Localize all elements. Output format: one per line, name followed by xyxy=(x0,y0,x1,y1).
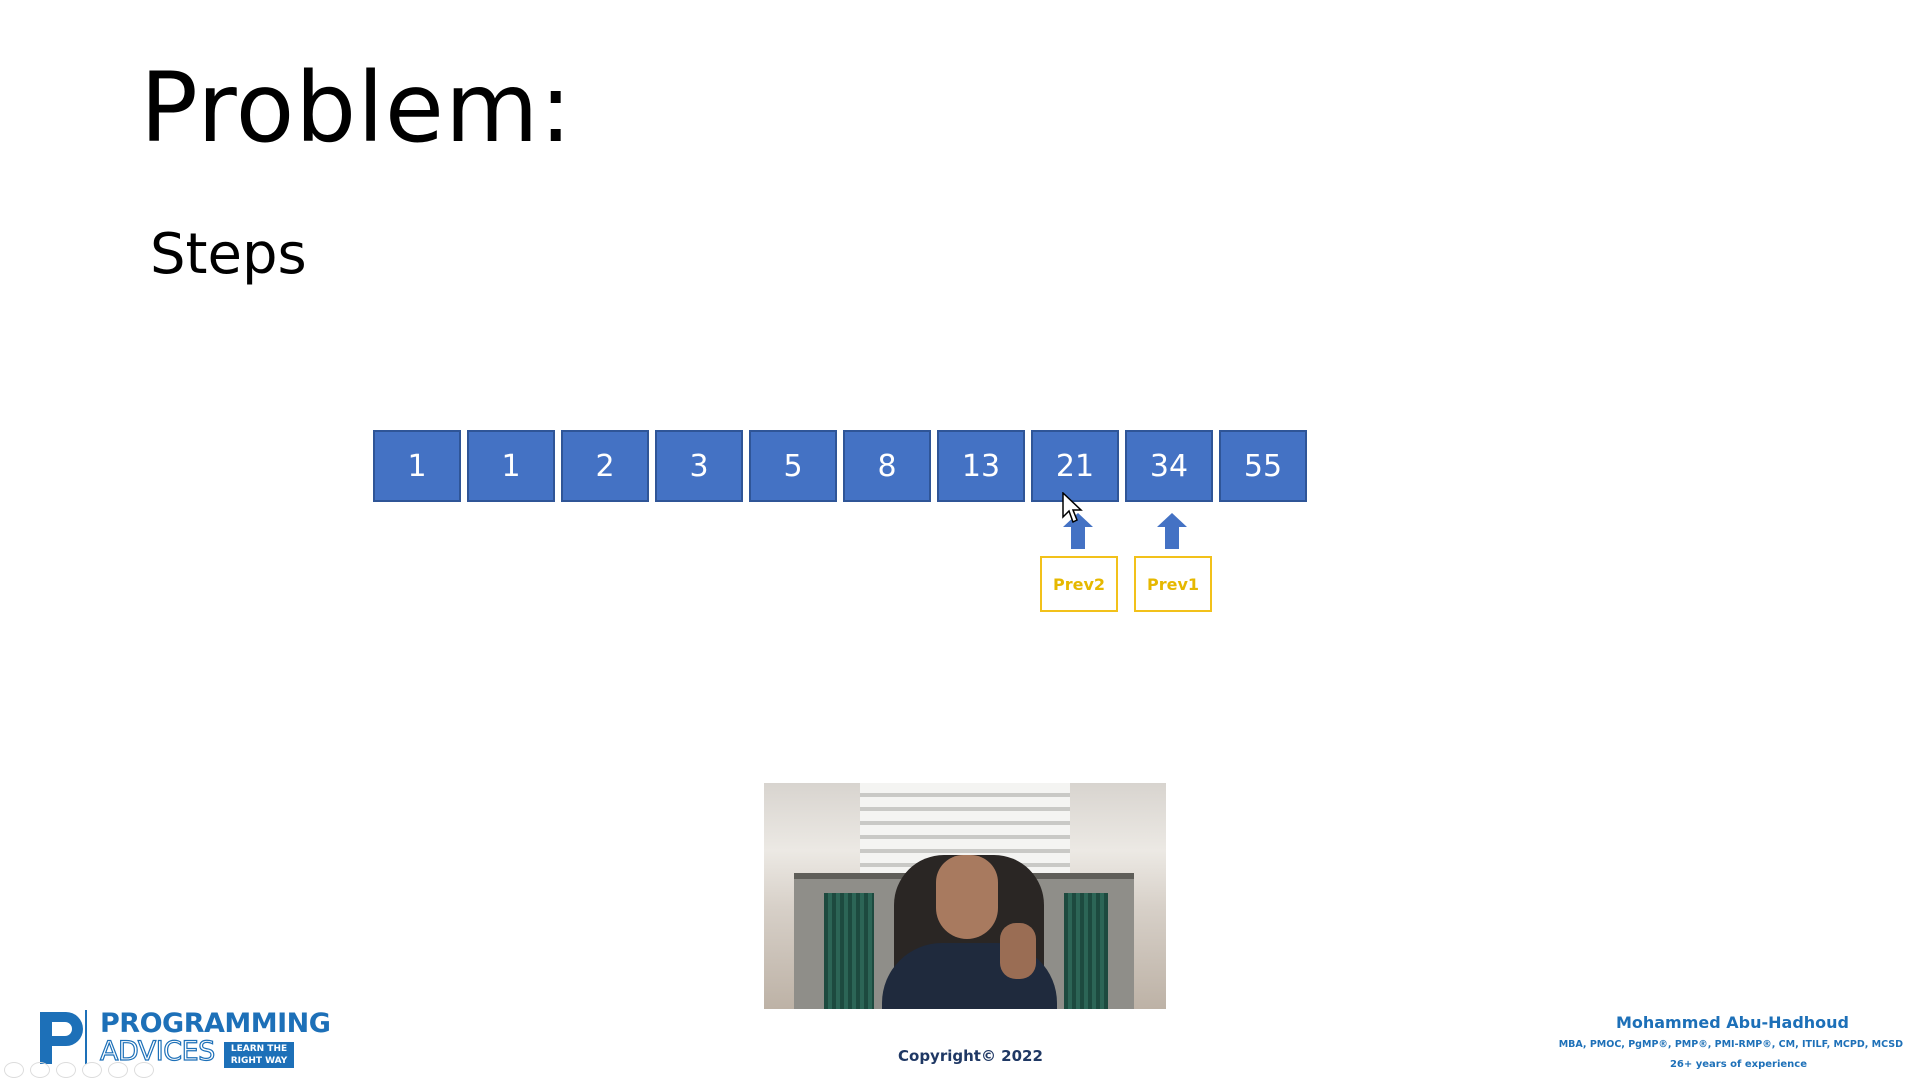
presenter-video xyxy=(764,783,1166,1009)
up-arrow-icon xyxy=(1157,513,1187,549)
presenter-hand xyxy=(1000,923,1036,979)
presenter-head xyxy=(936,855,998,939)
copyright-text: Copyright© 2022 xyxy=(898,1047,1043,1065)
prev1-label: Prev1 xyxy=(1134,556,1212,612)
slides-icon[interactable] xyxy=(82,1062,102,1078)
next-icon[interactable] xyxy=(30,1062,50,1078)
sequence-cell: 13 xyxy=(937,430,1025,502)
prev2-label: Prev2 xyxy=(1040,556,1118,612)
prev-icon[interactable] xyxy=(4,1062,24,1078)
programming-advices-logo: PROGRAMMING ADVICES LEARN THE RIGHT WAY xyxy=(34,1006,331,1068)
fibonacci-sequence: 1 1 2 3 5 8 13 21 34 55 xyxy=(373,430,1307,502)
sequence-cell: 8 xyxy=(843,430,931,502)
cabinet-panel xyxy=(824,893,874,1009)
sequence-cell: 55 xyxy=(1219,430,1307,502)
slide-subtitle: Steps xyxy=(150,222,307,287)
cabinet-panel xyxy=(1064,893,1108,1009)
logo-tagline: LEARN THE RIGHT WAY xyxy=(224,1042,294,1068)
sequence-cell: 3 xyxy=(655,430,743,502)
zoom-icon[interactable] xyxy=(108,1062,128,1078)
author-credentials: MBA, PMOC, PgMP®, PMP®, PMI-RMP®, CM, IT… xyxy=(1558,1039,1903,1050)
logo-p-icon xyxy=(40,1010,87,1064)
mouse-pointer-icon xyxy=(1062,492,1083,524)
author-experience: 26+ years of experience xyxy=(1669,1059,1807,1070)
sequence-cell: 1 xyxy=(467,430,555,502)
more-icon[interactable] xyxy=(134,1062,154,1078)
sequence-cell: 34 xyxy=(1125,430,1213,502)
author-name: Mohammed Abu-Hadhoud xyxy=(1615,1013,1849,1032)
pen-icon[interactable] xyxy=(56,1062,76,1078)
slideshow-controls[interactable] xyxy=(4,1062,154,1078)
slide-title: Problem: xyxy=(140,52,573,164)
sequence-cell: 5 xyxy=(749,430,837,502)
logo-text-programming: PROGRAMMING xyxy=(100,1008,331,1039)
sequence-cell: 2 xyxy=(561,430,649,502)
sequence-cell: 1 xyxy=(373,430,461,502)
